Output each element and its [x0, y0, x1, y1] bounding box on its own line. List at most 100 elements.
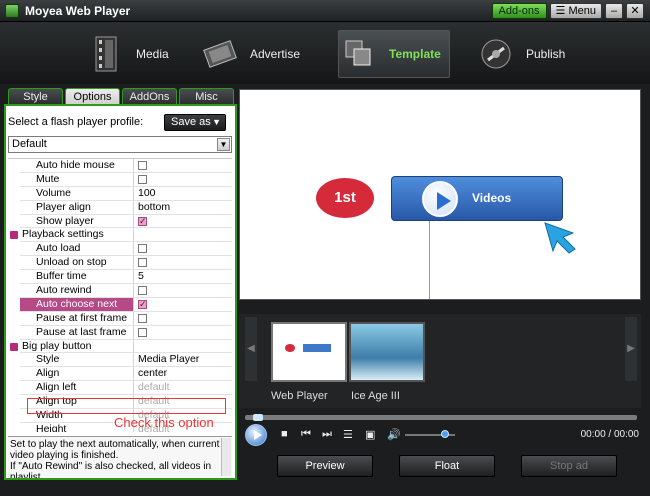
- grid-row[interactable]: Style Media Player: [8, 353, 232, 368]
- scroll-left-icon[interactable]: ◀: [245, 317, 257, 381]
- nav-advertise[interactable]: Advertise: [200, 30, 300, 78]
- float-button[interactable]: Float: [399, 455, 495, 477]
- stop-ad-button[interactable]: Stop ad: [521, 455, 617, 477]
- checkbox[interactable]: [138, 298, 147, 311]
- checkbox[interactable]: [138, 313, 147, 323]
- checkbox[interactable]: [138, 174, 147, 184]
- stop-icon[interactable]: ■: [281, 428, 288, 440]
- grid-category[interactable]: Playback settings: [8, 228, 232, 243]
- play-button[interactable]: [245, 424, 267, 446]
- nav-publish[interactable]: Publish: [476, 30, 565, 78]
- title-bar-controls: Add-ons ☰ Menu – ✕: [491, 3, 644, 19]
- first-badge: 1st: [316, 178, 374, 218]
- template-icon: [339, 34, 379, 74]
- grid-gutter: [8, 297, 20, 312]
- grid-property-value[interactable]: 100: [134, 187, 232, 201]
- grid-property-value[interactable]: center: [134, 367, 232, 382]
- grid-property-name: Pause at first frame: [20, 311, 134, 326]
- minimize-button[interactable]: –: [605, 3, 623, 19]
- tab-options[interactable]: Options: [65, 88, 120, 105]
- checkbox[interactable]: [138, 244, 147, 254]
- grid-property-checkbox-cell[interactable]: [134, 326, 232, 340]
- grid-property-checkbox-cell[interactable]: [134, 298, 232, 312]
- publish-icon: [476, 34, 516, 74]
- grid-property-value[interactable]: 5: [134, 270, 232, 285]
- save-as-button[interactable]: Save as ▼: [164, 114, 226, 131]
- checkbox[interactable]: [138, 327, 147, 337]
- seek-handle[interactable]: [253, 414, 263, 421]
- grid-property-value[interactable]: default: [134, 381, 232, 396]
- grid-property-name: Player align: [20, 200, 134, 215]
- grid-property-value[interactable]: default: [134, 395, 232, 410]
- grid-property-checkbox-cell[interactable]: [134, 159, 232, 173]
- chevron-down-icon: ▼: [212, 117, 221, 127]
- checkbox[interactable]: [138, 161, 147, 170]
- grid-row[interactable]: Align center: [8, 367, 232, 382]
- nav-media[interactable]: Media: [86, 30, 169, 78]
- grid-property-value[interactable]: Media Player: [134, 353, 232, 368]
- grid-property-name: Show player: [20, 214, 134, 229]
- grid-row[interactable]: Auto rewind: [8, 284, 232, 298]
- template-strip: ◀ ▶ Web Player Ice Age III: [239, 314, 641, 408]
- grid-row[interactable]: Player align bottom: [8, 200, 232, 215]
- volume-handle[interactable]: [441, 430, 449, 438]
- grid-property-value[interactable]: bottom: [134, 201, 232, 215]
- grid-property-name: Pause at last frame: [20, 325, 134, 340]
- grid-row[interactable]: Mute: [8, 172, 232, 187]
- checkbox[interactable]: [138, 258, 147, 268]
- volume-icon[interactable]: 🔊: [387, 428, 401, 441]
- grid-row[interactable]: Buffer time 5: [8, 270, 232, 285]
- collapse-icon[interactable]: [10, 342, 18, 351]
- grid-property-checkbox-cell[interactable]: [134, 312, 232, 326]
- nav-label: Template: [389, 47, 441, 61]
- grid-gutter: [8, 422, 20, 432]
- grid-row[interactable]: Auto hide mouse: [8, 159, 232, 173]
- menu-button[interactable]: ☰ Menu: [549, 3, 602, 19]
- collapse-icon[interactable]: [10, 231, 18, 240]
- thumb-web-player[interactable]: [271, 322, 347, 382]
- grid-gutter: [8, 311, 20, 326]
- nav-label: Publish: [526, 47, 566, 61]
- chevron-down-icon[interactable]: ▼: [217, 138, 230, 151]
- scroll-right-icon[interactable]: ▶: [625, 317, 637, 381]
- title-bar: Moyea Web Player Add-ons ☰ Menu – ✕: [0, 0, 650, 22]
- previous-icon[interactable]: ⏮: [301, 428, 311, 441]
- playlist-icon[interactable]: ☰: [343, 428, 353, 441]
- grid-property-checkbox-cell[interactable]: [134, 215, 232, 229]
- film-icon: [86, 34, 126, 74]
- grid-property-checkbox-cell[interactable]: [134, 256, 232, 271]
- addons-button[interactable]: Add-ons: [491, 3, 547, 19]
- grid-property-checkbox-cell[interactable]: [134, 284, 232, 298]
- tab-addons[interactable]: AddOns: [122, 88, 177, 105]
- grid-row[interactable]: Align top default: [8, 395, 232, 410]
- description-scrollbar[interactable]: [221, 438, 231, 476]
- tab-misc[interactable]: Misc: [179, 88, 234, 105]
- close-button[interactable]: ✕: [626, 3, 644, 19]
- options-body: Select a flash player profile: Save as ▼…: [4, 104, 237, 480]
- seek-bar[interactable]: [245, 414, 637, 421]
- grid-row[interactable]: Auto load: [8, 242, 232, 257]
- grid-row[interactable]: Align left default: [8, 381, 232, 396]
- grid-gutter: [8, 409, 20, 423]
- checkbox[interactable]: [138, 286, 147, 296]
- grid-gutter: [8, 159, 20, 173]
- next-icon[interactable]: ⏭: [322, 428, 332, 441]
- fullscreen-icon[interactable]: ▣: [365, 428, 375, 441]
- thumb-ice-age[interactable]: [349, 322, 425, 382]
- grid-property-checkbox-cell[interactable]: [134, 242, 232, 257]
- profile-select[interactable]: Default ▼: [8, 136, 232, 153]
- preview-button[interactable]: Preview: [277, 455, 373, 477]
- nav-template[interactable]: Template: [338, 30, 450, 78]
- tab-style[interactable]: Style: [8, 88, 63, 105]
- grid-category[interactable]: Big play button: [8, 339, 232, 354]
- videos-button[interactable]: Videos: [391, 176, 563, 221]
- grid-property-checkbox-cell[interactable]: [134, 173, 232, 187]
- grid-row[interactable]: Pause at first frame: [8, 311, 232, 326]
- checkbox[interactable]: [138, 215, 147, 227]
- grid-row[interactable]: Unload on stop: [8, 256, 232, 271]
- grid-row[interactable]: Pause at last frame: [8, 325, 232, 340]
- grid-row[interactable]: Auto choose next: [8, 297, 232, 312]
- grid-row[interactable]: Show player: [8, 214, 232, 229]
- grid-property-name: Align left: [20, 381, 134, 396]
- grid-row[interactable]: Volume 100: [8, 186, 232, 201]
